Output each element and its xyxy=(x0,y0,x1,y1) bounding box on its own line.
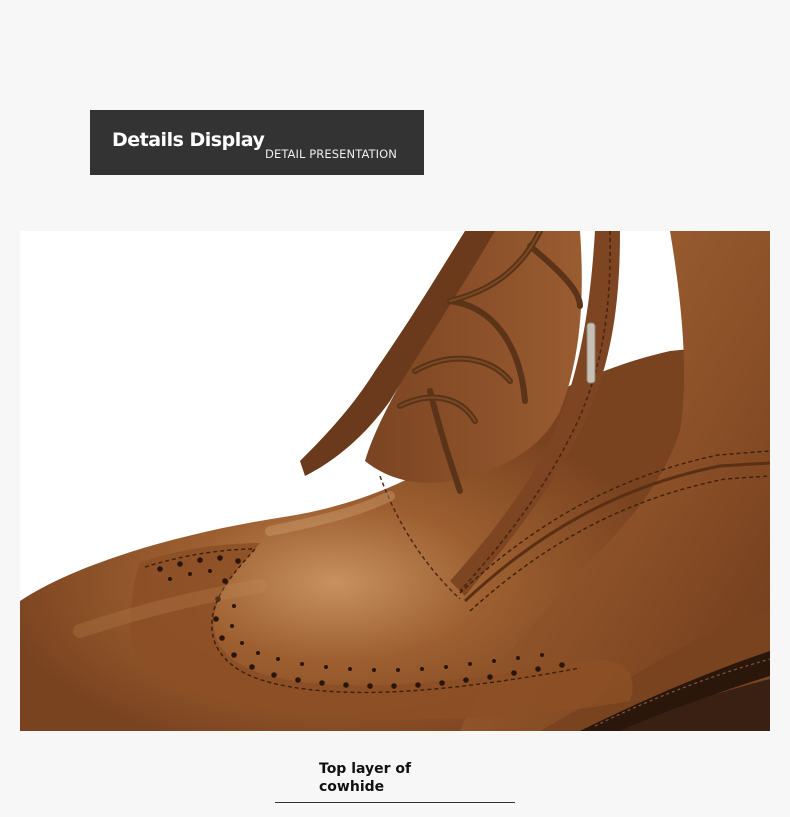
caption-text: Top layer of cowhide xyxy=(319,761,412,795)
feature-caption: Top layer of cowhide xyxy=(275,757,515,803)
section-banner: Details Display DETAIL PRESENTATION xyxy=(90,110,424,175)
lace-aglet xyxy=(586,322,596,384)
product-detail-photo xyxy=(20,231,770,731)
section-subtitle: DETAIL PRESENTATION xyxy=(265,147,398,161)
section-title: Details Display xyxy=(112,129,265,151)
